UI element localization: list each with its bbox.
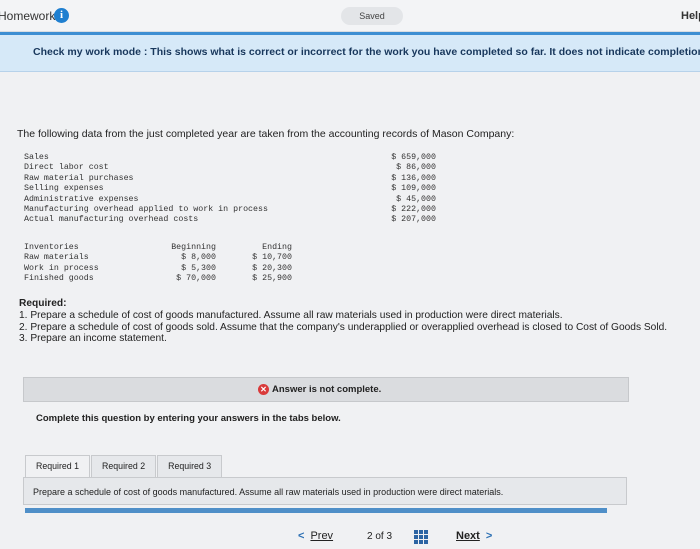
tab-required-1[interactable]: Required 1 [25,455,91,477]
question-area: The following data from the just complet… [0,72,700,549]
column-header: Inventories [24,243,79,252]
table-cell: $ 70,000 [176,274,216,284]
data-row: Administrative expenses $ 45,000 [24,195,436,205]
banner-text: Check my work mode : This shows what is … [33,46,700,58]
data-value: $ 109,000 [391,184,436,194]
next-button[interactable]: Next > [456,530,492,542]
table-row: Finished goods $ 70,000 $ 25,900 [24,274,294,284]
data-label: Actual manufacturing overhead costs [24,215,199,225]
next-label: Next [456,530,480,542]
requirement-tabs: Required 1 Required 2 Required 3 [25,455,223,477]
tab-instruction: Complete this question by entering your … [36,413,341,424]
data-label: Selling expenses [24,184,104,194]
app-title: Homework [0,9,56,23]
answer-status: Answer is not complete. [272,384,382,395]
table-cell: $ 20,300 [252,263,292,273]
chevron-right-icon: > [485,530,493,542]
required-heading: Required: [19,298,67,309]
pagination-footer: < Prev 2 of 3 Next > [0,527,700,549]
question-intro: The following data from the just complet… [17,128,515,140]
data-value: $ 86,000 [396,163,436,173]
error-x-icon: ✕ [258,384,269,395]
inventories-table: Inventories Beginning Ending Raw materia… [24,243,294,285]
column-header: Ending [262,243,292,252]
table-cell: $ 25,900 [252,274,292,284]
top-bar: Homework i Saved Help [0,0,700,32]
data-value: $ 45,000 [396,194,436,204]
data-row: Actual manufacturing overhead costs $ 207… [24,215,436,225]
table-cell: $ 8,000 [181,253,216,263]
panel-instruction: Prepare a schedule of cost of goods manu… [33,487,504,497]
info-icon[interactable]: i [54,8,69,23]
tab-panel: Prepare a schedule of cost of goods manu… [23,477,627,505]
data-label: Sales [24,153,49,162]
column-header: Beginning [171,243,216,252]
table-cell: Finished goods [24,274,94,284]
data-row: Selling expenses $ 109,000 [24,184,436,194]
progress-bar [25,508,607,513]
table-cell: $ 5,300 [181,263,216,273]
required-item: 3. Prepare an income statement. [19,333,167,345]
required-item: 1. Prepare a schedule of cost of goods m… [19,309,563,321]
data-label: Manufacturing overhead applied to work i… [24,205,268,215]
prev-label: Prev [310,530,334,542]
page-total: 3 [386,531,393,542]
check-my-work-banner: Check my work mode : This shows what is … [0,32,700,72]
table-row: Work in process $ 5,300 $ 20,300 [24,264,294,274]
data-row: Raw material purchases $ 136,000 [24,174,436,184]
data-value: $ 207,000 [391,215,436,225]
data-row: Sales $ 659,000 [24,153,436,163]
table-cell: Raw materials [24,253,89,263]
data-row: Manufacturing overhead applied to work i… [24,205,436,215]
data-value: $ 136,000 [391,173,436,183]
data-label: Administrative expenses [24,194,139,204]
chevron-left-icon: < [298,530,305,542]
page-of: of [375,531,384,542]
saved-status: Saved [341,7,403,25]
required-item: 2. Prepare a schedule of cost of goods s… [19,321,668,333]
answer-status-bar: ✕ Answer is not complete. [23,377,629,402]
question-grid-icon[interactable] [414,530,428,544]
data-value: $ 659,000 [391,153,436,162]
data-label: Direct labor cost [24,163,109,173]
table-header-row: Inventories Beginning Ending [24,243,294,253]
required-instructions: Required: 1. Prepare a schedule of cost … [19,298,684,345]
data-value: $ 222,000 [391,205,436,215]
page-current: 2 [367,531,373,542]
accounting-data-table: Sales $ 659,000 Direct labor cost $ 86,000… [24,153,436,226]
data-row: Direct labor cost $ 86,000 [24,163,436,173]
table-row: Raw materials $ 8,000 $ 10,700 [24,253,294,263]
tab-required-3[interactable]: Required 3 [157,455,223,477]
page-indicator: 2 of 3 [367,531,392,542]
prev-button[interactable]: < Prev [298,530,333,542]
table-cell: $ 10,700 [252,253,292,263]
help-link[interactable]: Help [681,10,700,22]
data-label: Raw material purchases [24,173,134,183]
table-cell: Work in process [24,263,99,273]
tab-required-2[interactable]: Required 2 [91,455,157,477]
